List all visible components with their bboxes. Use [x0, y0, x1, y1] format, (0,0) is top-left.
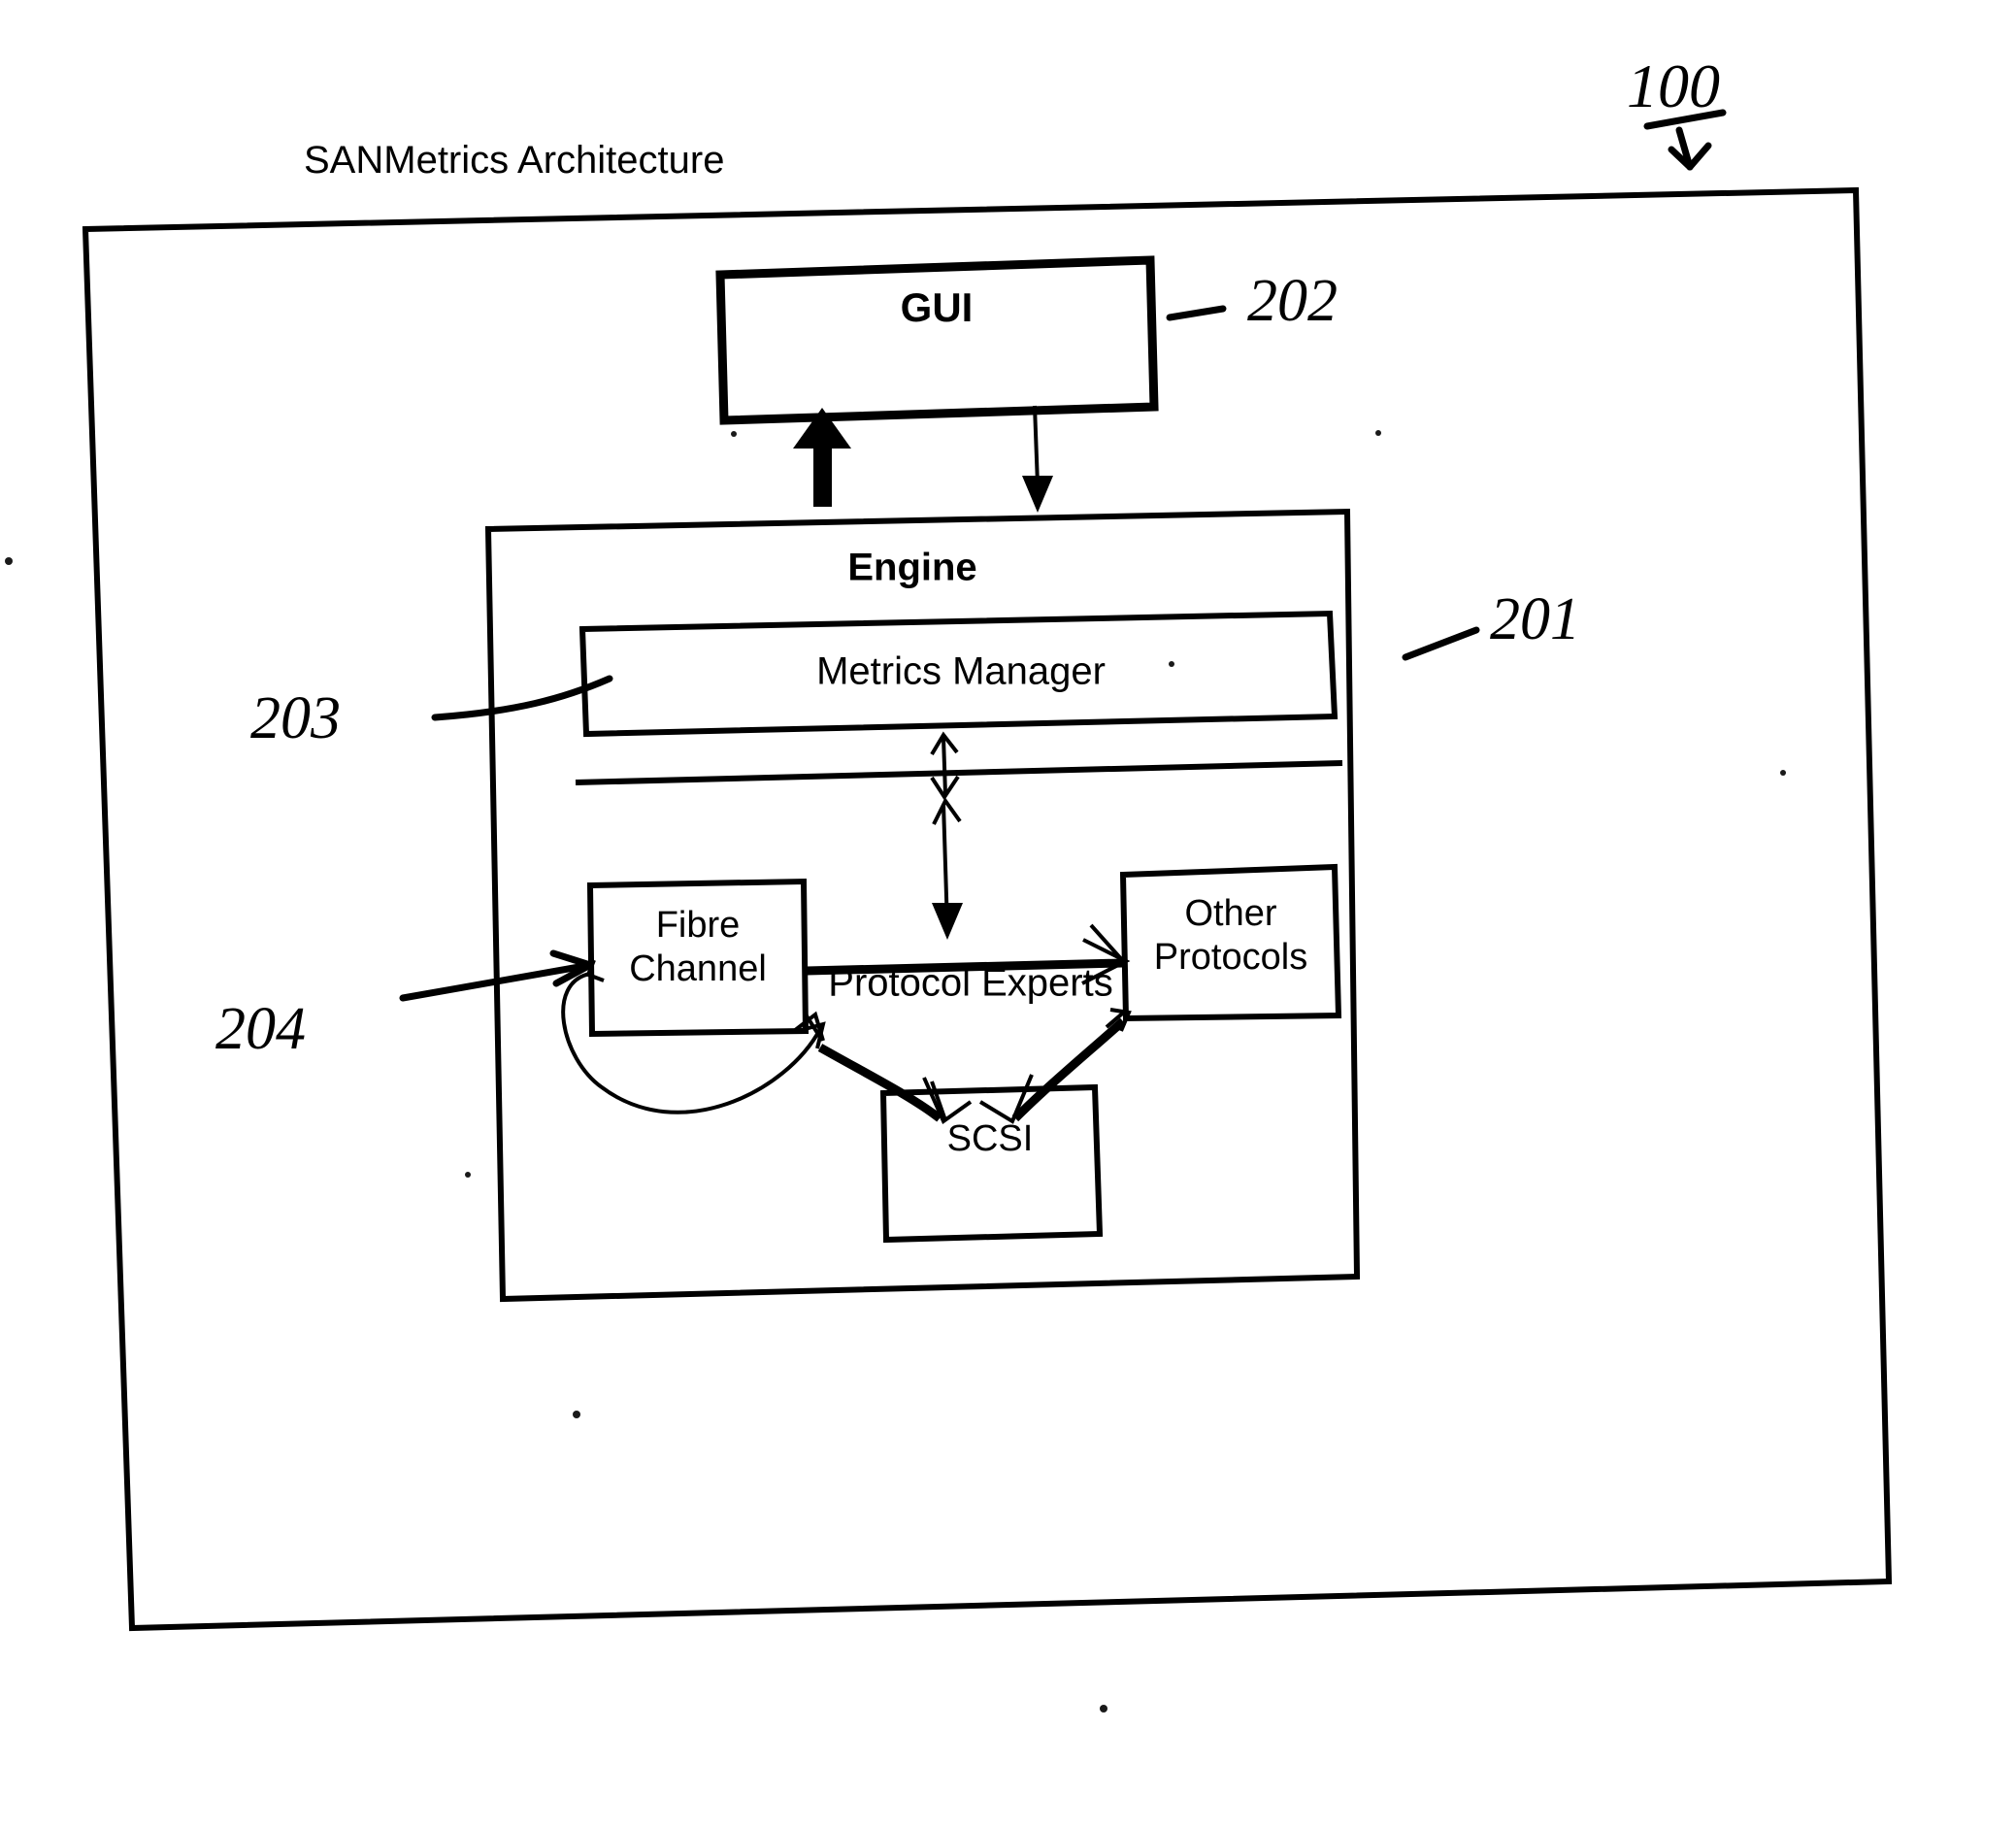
arrow-scsi-other-protocols	[978, 1008, 1132, 1124]
figure-number-annotation: 100	[1627, 51, 1727, 171]
ref-201-text: 201	[1490, 586, 1580, 652]
ref-203-text: 203	[250, 685, 341, 751]
engine-divider-line	[575, 760, 1343, 785]
figure-title: SANMetrics Architecture	[304, 139, 724, 182]
fibre-channel-label-line1: Fibre	[656, 905, 741, 946]
diagram-canvas: SANMetrics Architecture 100 GUI 202 Engi…	[5, 51, 1893, 1713]
ref-204-annotation: 204	[215, 949, 594, 1062]
arrow-fibre-to-scsi	[817, 1044, 973, 1125]
gui-box[interactable]: GUI	[715, 255, 1159, 425]
figure-number-text: 100	[1627, 51, 1720, 120]
arrow-bus-to-protocol-experts	[932, 797, 963, 940]
metrics-manager-box[interactable]: Metrics Manager	[578, 610, 1338, 738]
engine-box-label: Engine	[847, 547, 976, 589]
fibre-channel-label-line2: Channel	[629, 948, 767, 989]
gui-box-label: GUI	[901, 284, 974, 330]
outer-frame	[82, 186, 1893, 1632]
other-protocols-label-line2: Protocols	[1154, 937, 1307, 978]
ref-202-text: 202	[1247, 268, 1338, 334]
metrics-manager-label: Metrics Manager	[816, 650, 1106, 693]
ref-201-annotation: 201	[1402, 586, 1580, 661]
arrow-engine-to-gui	[793, 408, 851, 507]
ref-203-annotation: 203	[250, 675, 613, 751]
other-protocols-label-line1: Other	[1184, 893, 1276, 934]
ref-202-annotation: 202	[1166, 268, 1338, 334]
fibre-channel-box[interactable]: Fibre Channel	[586, 878, 810, 1038]
figure-page: SANMetrics Architecture 100 GUI 202 Engi…	[0, 0, 2016, 1829]
ref-204-text: 204	[215, 996, 306, 1062]
arrow-gui-to-engine	[1022, 405, 1053, 513]
other-protocols-box[interactable]: Other Protocols	[1119, 863, 1342, 1022]
scsi-label: SCSI	[947, 1118, 1034, 1159]
arrow-metrics-manager-bus	[930, 731, 960, 801]
